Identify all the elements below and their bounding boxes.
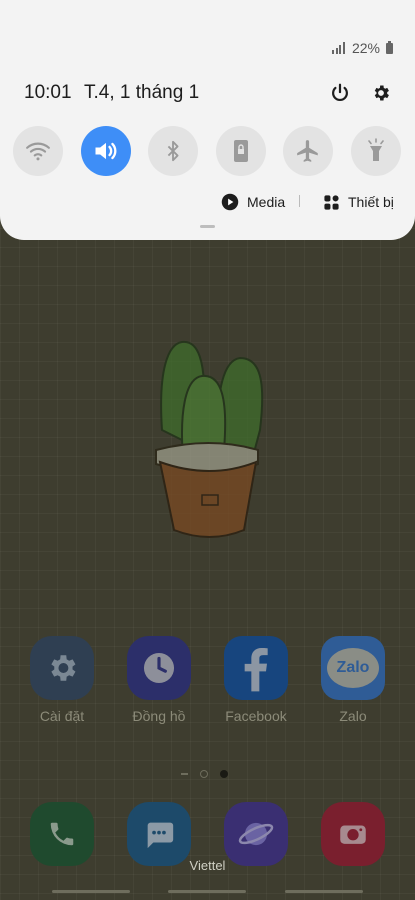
panel-drag-handle[interactable] xyxy=(200,225,215,228)
dock-camera[interactable] xyxy=(313,802,393,866)
app-facebook[interactable]: Facebook xyxy=(216,636,296,724)
play-icon xyxy=(221,193,239,211)
page-indicator[interactable] xyxy=(181,770,228,778)
airplane-icon xyxy=(297,140,318,162)
tile-wifi[interactable] xyxy=(13,126,63,176)
app-clock[interactable]: Đồng hồ xyxy=(119,636,199,724)
nav-bar-right[interactable] xyxy=(285,890,363,893)
zalo-icon: Zalo xyxy=(321,636,385,700)
date-text[interactable]: T.4, 1 tháng 1 xyxy=(84,82,199,104)
tile-flashlight[interactable] xyxy=(351,126,401,176)
signal-icon xyxy=(332,42,345,54)
app-label: Cài đặt xyxy=(39,708,85,724)
wifi-icon xyxy=(26,142,50,161)
camera-icon xyxy=(321,802,385,866)
devices-icon xyxy=(324,194,339,210)
dock-phone[interactable] xyxy=(22,802,102,866)
nav-bar-home[interactable] xyxy=(168,890,246,893)
battery-percent: 22% xyxy=(351,40,380,56)
devices-button[interactable]: Thiết bị xyxy=(323,192,394,212)
page-dot xyxy=(200,770,208,778)
dock-messages[interactable] xyxy=(119,802,199,866)
zalo-logo-text: Zalo xyxy=(336,659,370,676)
media-label: Media xyxy=(247,194,286,210)
clock-icon xyxy=(127,636,191,700)
status-bar: 22% xyxy=(332,40,393,56)
app-label: Đồng hồ xyxy=(132,708,186,724)
page-dot-current xyxy=(220,770,228,778)
quick-settings-tiles xyxy=(0,126,415,176)
media-button[interactable]: Media xyxy=(221,192,285,212)
gear-icon[interactable] xyxy=(368,80,394,106)
nav-bar-left[interactable] xyxy=(52,890,130,893)
app-label: Facebook xyxy=(225,708,287,724)
power-icon[interactable] xyxy=(327,80,353,106)
bluetooth-icon xyxy=(167,140,179,162)
portrait-lock-icon xyxy=(234,140,248,162)
gear-icon xyxy=(30,636,94,700)
cactus-widget-image xyxy=(155,340,264,538)
tile-portrait-lock[interactable] xyxy=(216,126,266,176)
tile-bluetooth[interactable] xyxy=(148,126,198,176)
phone-icon xyxy=(30,802,94,866)
facebook-icon xyxy=(224,636,288,700)
quick-panel[interactable]: 22% 10:01 T.4, 1 tháng 1 Media Thiết bị xyxy=(0,0,415,240)
divider xyxy=(299,195,300,207)
carrier-label: Viettel xyxy=(189,858,226,873)
battery-icon xyxy=(386,40,393,54)
volume-icon xyxy=(95,142,117,160)
app-label: Zalo xyxy=(339,708,367,724)
messages-icon xyxy=(127,802,191,866)
dock-internet[interactable] xyxy=(216,802,296,866)
internet-icon xyxy=(224,802,288,866)
app-zalo[interactable]: Zalo Zalo xyxy=(313,636,393,724)
tile-airplane[interactable] xyxy=(283,126,333,176)
flashlight-icon xyxy=(368,138,384,161)
tile-sound[interactable] xyxy=(81,126,131,176)
app-settings[interactable]: Cài đặt xyxy=(22,636,102,724)
clock-time[interactable]: 10:01 xyxy=(24,82,72,104)
page-dot xyxy=(181,773,188,775)
devices-label: Thiết bị xyxy=(348,194,394,210)
